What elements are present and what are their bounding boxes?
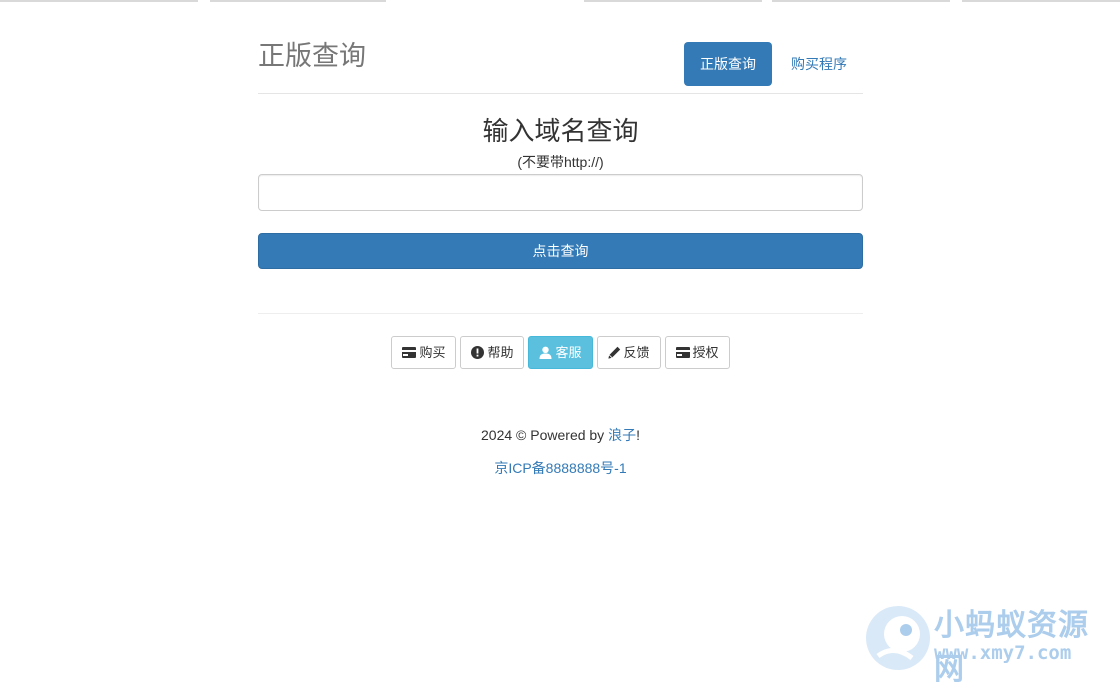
license-button[interactable]: 授权 (664, 336, 730, 369)
credit-card-icon (402, 347, 417, 358)
domain-input[interactable] (258, 174, 863, 211)
license-button-label: 授权 (692, 345, 719, 360)
icp-line: 京ICP备8888888号-1 (258, 458, 863, 478)
feedback-button-label: 反馈 (623, 345, 650, 360)
pencil-icon (607, 346, 621, 359)
watermark-url: www.xmy7.com (934, 642, 1072, 664)
help-button[interactable]: 帮助 (460, 336, 525, 369)
icp-link[interactable]: 京ICP备8888888号-1 (494, 460, 626, 476)
customer-service-button[interactable]: 客服 (528, 336, 593, 369)
feedback-button[interactable]: 反馈 (596, 336, 661, 369)
copyright-suffix: ! (636, 427, 640, 443)
credit-card-icon (675, 347, 690, 358)
author-link[interactable]: 浪子 (608, 427, 636, 443)
user-icon (539, 346, 552, 359)
query-button[interactable]: 点击查询 (258, 233, 863, 269)
page-footer: 2024 © Powered by 浪子! 京ICP备8888888号-1 (258, 425, 863, 478)
action-button-group: 购买 帮助 客服 反馈 授权 (258, 336, 863, 369)
section-divider (258, 313, 863, 314)
buy-button[interactable]: 购买 (391, 336, 457, 369)
query-hint: (不要带http://) (517, 154, 604, 170)
buy-button-label: 购买 (419, 345, 446, 360)
page-header: 正版查询 正版查询 购买程序 (258, 0, 863, 94)
query-section: 输入域名查询 (不要带http://) 点击查询 (258, 94, 863, 269)
exclamation-circle-icon (471, 346, 485, 359)
nav-item-buy-program[interactable]: 购买程序 (775, 42, 863, 86)
copyright-line: 2024 © Powered by 浪子! (258, 425, 863, 445)
query-heading: 输入域名查询 (482, 116, 639, 146)
site-watermark: 小蚂蚁资源网 www.xmy7.com (864, 600, 1114, 687)
customer-service-button-label: 客服 (555, 345, 582, 360)
brand-title: 正版查询 (258, 41, 366, 71)
nav-item-genuine-query[interactable]: 正版查询 (684, 42, 772, 86)
watermark-logo-icon (866, 606, 930, 670)
page-container: 正版查询 正版查询 购买程序 输入域名查询 (不要带http://) 点击查询 … (258, 0, 863, 478)
header-nav: 正版查询 购买程序 (684, 42, 863, 86)
help-button-label: 帮助 (487, 345, 514, 360)
copyright-prefix: 2024 © Powered by (481, 427, 609, 443)
